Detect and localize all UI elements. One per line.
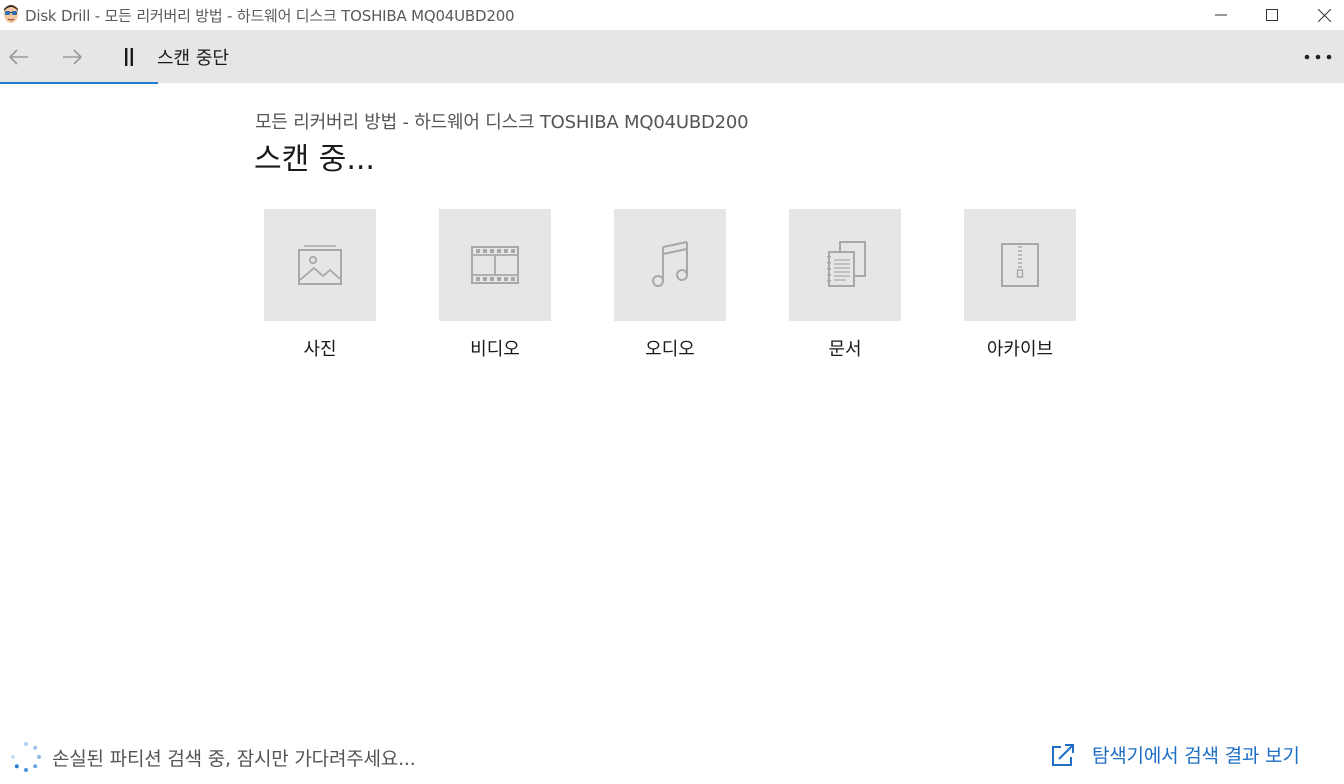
status-area: 손실된 파티션 검색 중, 잠시만 가다려주세요... <box>10 741 416 773</box>
more-options-button[interactable] <box>1300 44 1336 70</box>
category-archives[interactable]: 아카이브 <box>964 209 1076 361</box>
view-in-explorer-link[interactable]: 탐색기에서 검색 결과 보기 <box>1050 741 1300 768</box>
music-note-icon <box>652 241 688 287</box>
arrow-right-icon <box>63 49 82 65</box>
category-photos[interactable]: 사진 <box>264 209 376 361</box>
film-icon <box>471 246 519 284</box>
active-indicator <box>0 82 158 84</box>
category-tile[interactable] <box>964 209 1076 321</box>
open-external-icon <box>1052 743 1074 766</box>
category-tile[interactable] <box>439 209 551 321</box>
documents-icon <box>827 241 866 287</box>
photo-icon <box>298 245 342 285</box>
maximize-icon <box>1266 9 1278 21</box>
back-button[interactable] <box>1 40 37 74</box>
status-text: 손실된 파티션 검색 중, 잠시만 가다려주세요... <box>52 747 416 770</box>
maximize-button[interactable] <box>1246 0 1298 30</box>
view-in-explorer-label[interactable]: 탐색기에서 검색 결과 보기 <box>1092 741 1300 768</box>
close-button[interactable] <box>1298 0 1344 30</box>
category-label: 사진 <box>303 339 337 360</box>
window-title: Disk Drill - 모든 리커버리 방법 - 하드웨어 디스크 TOSHI… <box>25 7 515 25</box>
loading-spinner-icon <box>11 742 41 772</box>
category-label: 문서 <box>828 339 862 360</box>
category-tile[interactable] <box>789 209 901 321</box>
disk-drill-logo-icon <box>4 5 18 23</box>
category-audio[interactable]: 오디오 <box>614 209 726 361</box>
category-documents[interactable]: 문서 <box>789 209 901 361</box>
minimize-button[interactable] <box>1195 0 1247 30</box>
scan-subtitle: 모든 리커버리 방법 - 하드웨어 디스크 TOSHIBA MQ04UBD200 <box>255 112 749 133</box>
category-label: 아카이브 <box>986 339 1054 360</box>
more-horizontal-icon <box>1304 54 1332 60</box>
minimize-icon <box>1215 14 1227 16</box>
pause-icon <box>118 46 140 68</box>
category-videos[interactable]: 비디오 <box>439 209 551 361</box>
stop-scan-button[interactable]: 스캔 중단 <box>118 40 238 74</box>
close-icon <box>1317 8 1331 22</box>
page-title: 스캔 중... <box>254 142 375 177</box>
title-bar: Disk Drill - 모든 리커버리 방법 - 하드웨어 디스크 TOSHI… <box>0 0 1344 30</box>
stop-scan-label: 스캔 중단 <box>157 48 229 69</box>
category-tile[interactable] <box>614 209 726 321</box>
zip-archive-icon <box>1001 243 1039 287</box>
arrow-left-icon <box>9 49 28 65</box>
category-tile[interactable] <box>264 209 376 321</box>
category-label: 비디오 <box>470 339 520 360</box>
forward-button[interactable] <box>54 40 90 74</box>
category-label: 오디오 <box>645 339 695 360</box>
